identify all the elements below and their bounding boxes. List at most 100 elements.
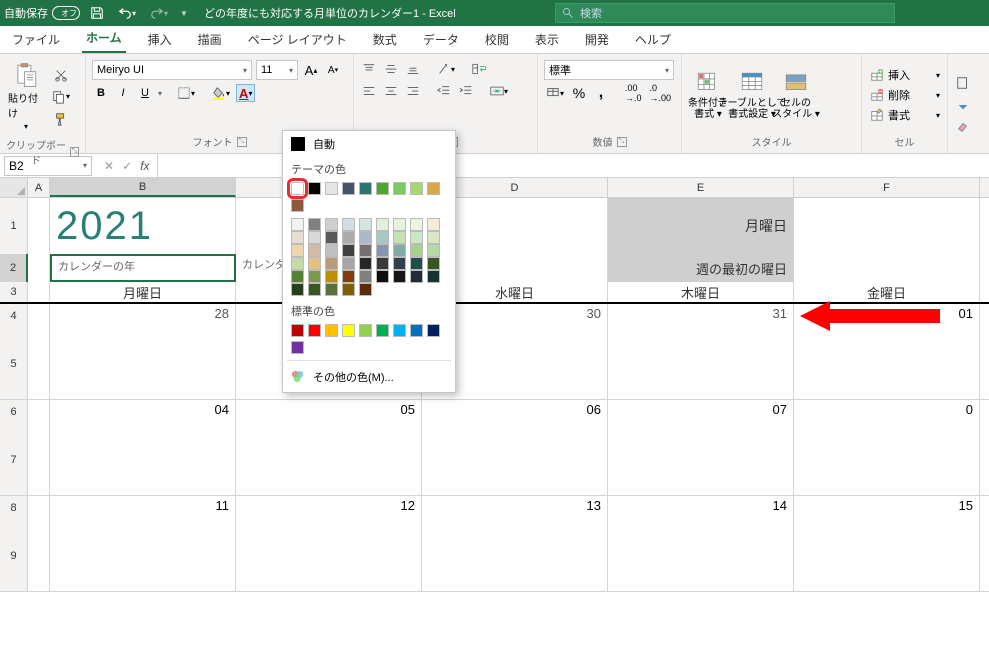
tab-page-layout[interactable]: ページ レイアウト	[244, 25, 351, 53]
row-header-5[interactable]: 5	[0, 328, 28, 399]
cell-f1[interactable]	[794, 198, 980, 254]
color-swatch[interactable]	[291, 270, 304, 283]
color-swatch[interactable]	[342, 270, 355, 283]
color-swatch[interactable]	[342, 324, 355, 337]
format-as-table-button[interactable]: テーブルとして 書式設定 ▾	[732, 58, 772, 132]
align-left-icon[interactable]	[360, 82, 378, 100]
tab-draw[interactable]: 描画	[194, 25, 226, 53]
underline-button[interactable]: U	[136, 84, 154, 102]
autosave-toggle[interactable]: 自動保存 オフ	[4, 5, 80, 21]
cal-date[interactable]: 12	[236, 496, 422, 520]
fill-color-icon[interactable]: ▾	[210, 84, 232, 102]
clear-icon[interactable]	[954, 118, 972, 136]
font-size-combo[interactable]: 11▾	[256, 60, 298, 80]
color-swatch[interactable]	[427, 324, 440, 337]
row-header-6[interactable]: 6	[0, 400, 28, 424]
color-swatch[interactable]	[393, 244, 406, 257]
tab-developer[interactable]: 開発	[581, 25, 613, 53]
color-swatch[interactable]	[376, 257, 389, 270]
color-swatch[interactable]	[427, 244, 440, 257]
cell-b1[interactable]: 2021	[50, 198, 236, 254]
color-swatch[interactable]	[308, 283, 321, 296]
color-swatch[interactable]	[308, 257, 321, 270]
cal-date[interactable]: 0	[794, 400, 980, 424]
select-all-button[interactable]	[0, 178, 28, 197]
color-swatch[interactable]	[308, 270, 321, 283]
grow-font-icon[interactable]: A▴	[302, 61, 320, 79]
color-swatch[interactable]	[393, 257, 406, 270]
tab-review[interactable]: 校閲	[481, 25, 513, 53]
col-header-b[interactable]: B	[50, 178, 236, 197]
color-swatch[interactable]	[291, 283, 304, 296]
font-color-icon[interactable]: A▾	[236, 84, 255, 102]
color-swatch[interactable]	[325, 257, 338, 270]
color-swatch[interactable]	[359, 283, 372, 296]
bold-button[interactable]: B	[92, 84, 110, 102]
more-colors[interactable]: その他の色(M)...	[283, 364, 455, 390]
color-swatch[interactable]	[410, 231, 423, 244]
color-swatch[interactable]	[325, 218, 338, 231]
color-swatch[interactable]	[376, 182, 389, 195]
color-swatch[interactable]	[291, 341, 304, 354]
color-swatch[interactable]	[342, 182, 355, 195]
italic-button[interactable]: I	[114, 84, 132, 102]
color-swatch[interactable]	[291, 231, 304, 244]
col-header-a[interactable]: A	[28, 178, 50, 197]
insert-cells-button[interactable]: 挿入▾	[868, 66, 942, 84]
color-swatch[interactable]	[291, 182, 304, 195]
font-name-combo[interactable]: Meiryo UI▾	[92, 60, 252, 80]
color-swatch[interactable]	[325, 231, 338, 244]
color-swatch[interactable]	[325, 270, 338, 283]
color-swatch[interactable]	[291, 218, 304, 231]
row-header-4[interactable]: 4	[0, 304, 28, 328]
color-swatch[interactable]	[359, 270, 372, 283]
delete-cells-button[interactable]: 削除▾	[868, 86, 942, 104]
color-swatch[interactable]	[325, 283, 338, 296]
cal-date[interactable]: 11	[50, 496, 236, 520]
undo-icon[interactable]: ▾	[116, 4, 138, 22]
cal-date[interactable]: 04	[50, 400, 236, 424]
tab-view[interactable]: 表示	[531, 25, 563, 53]
percent-icon[interactable]: %	[570, 84, 588, 102]
row-header-9[interactable]: 9	[0, 520, 28, 591]
color-swatch[interactable]	[359, 218, 372, 231]
color-swatch[interactable]	[308, 182, 321, 195]
color-swatch[interactable]	[393, 182, 406, 195]
color-swatch[interactable]	[342, 231, 355, 244]
color-auto[interactable]: 自動	[283, 131, 455, 157]
format-cells-button[interactable]: 書式▾	[868, 106, 942, 124]
row-header-3[interactable]: 3	[0, 282, 28, 302]
qat-more-icon[interactable]: ▼	[180, 9, 188, 18]
day-header-fri[interactable]: 金曜日	[794, 282, 980, 302]
enter-icon[interactable]: ✓	[122, 159, 132, 173]
color-swatch[interactable]	[325, 182, 338, 195]
cell-e1[interactable]: 月曜日	[608, 198, 794, 254]
color-swatch[interactable]	[427, 270, 440, 283]
color-swatch[interactable]	[427, 257, 440, 270]
day-header-thu[interactable]: 木曜日	[608, 282, 794, 302]
indent-decrease-icon[interactable]	[435, 82, 453, 100]
color-swatch[interactable]	[410, 244, 423, 257]
align-top-icon[interactable]	[360, 60, 378, 78]
color-swatch[interactable]	[376, 218, 389, 231]
wrap-text-icon[interactable]: ab	[470, 60, 488, 78]
conditional-format-button[interactable]: 条件付き 書式 ▾	[688, 58, 728, 132]
color-swatch[interactable]	[427, 231, 440, 244]
cal-date[interactable]: 05	[236, 400, 422, 424]
color-swatch[interactable]	[325, 244, 338, 257]
align-bottom-icon[interactable]	[404, 60, 422, 78]
color-swatch[interactable]	[359, 182, 372, 195]
cell-a2[interactable]	[28, 254, 50, 282]
color-swatch[interactable]	[410, 218, 423, 231]
color-swatch[interactable]	[427, 182, 440, 195]
color-swatch[interactable]	[291, 244, 304, 257]
color-swatch[interactable]	[308, 218, 321, 231]
cancel-icon[interactable]: ✕	[104, 159, 114, 173]
align-center-icon[interactable]	[382, 82, 400, 100]
color-swatch[interactable]	[376, 324, 389, 337]
color-swatch[interactable]	[427, 218, 440, 231]
color-swatch[interactable]	[308, 324, 321, 337]
color-swatch[interactable]	[291, 199, 304, 212]
row-header-2[interactable]: 2	[0, 254, 28, 282]
day-header-mon[interactable]: 月曜日	[50, 282, 236, 302]
